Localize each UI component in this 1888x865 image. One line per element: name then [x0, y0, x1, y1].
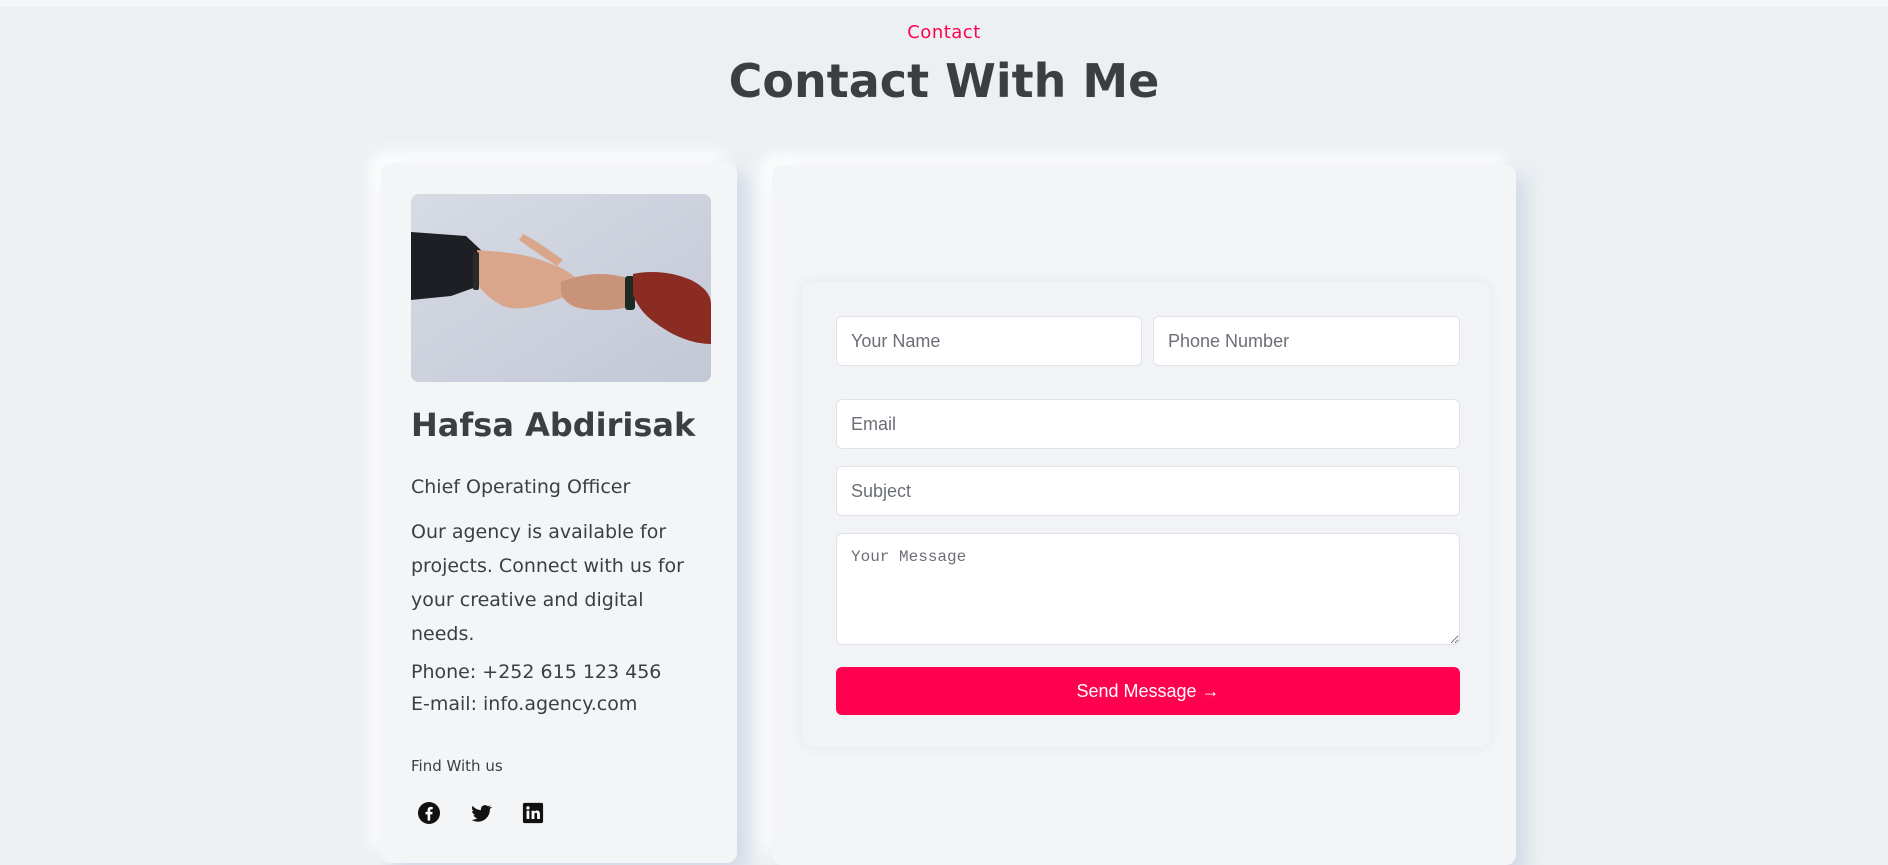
section-title: Contact With Me [728, 54, 1160, 108]
profile-card: Hafsa Abdirisak Chief Operating Officer … [381, 163, 737, 863]
facebook-link[interactable] [411, 795, 447, 831]
send-message-button[interactable]: Send Message → [836, 667, 1460, 715]
handshake-photo [411, 194, 711, 382]
twitter-link[interactable] [463, 795, 499, 831]
email-input[interactable] [836, 399, 1460, 449]
profile-name: Hafsa Abdirisak [411, 406, 696, 444]
section-eyebrow: Contact [907, 22, 981, 43]
handshake-illustration [411, 194, 711, 382]
facebook-icon [418, 802, 440, 824]
name-input[interactable] [836, 316, 1142, 366]
find-with-us-label: Find With us [411, 757, 503, 775]
profile-email: E-mail: info.agency.com [411, 693, 638, 715]
message-textarea[interactable] [836, 533, 1460, 645]
linkedin-link[interactable] [515, 795, 551, 831]
contact-form: Send Message → [802, 282, 1490, 747]
subject-input[interactable] [836, 466, 1460, 516]
twitter-icon [471, 805, 492, 822]
linkedin-icon [522, 802, 544, 824]
contact-form-card: Send Message → [772, 165, 1516, 865]
social-links [411, 795, 551, 831]
top-bar [0, 0, 1888, 7]
profile-description: Our agency is available for projects. Co… [411, 521, 684, 645]
phone-input[interactable] [1153, 316, 1460, 366]
profile-role: Chief Operating Officer [411, 476, 631, 498]
profile-phone: Phone: +252 615 123 456 [411, 661, 662, 683]
